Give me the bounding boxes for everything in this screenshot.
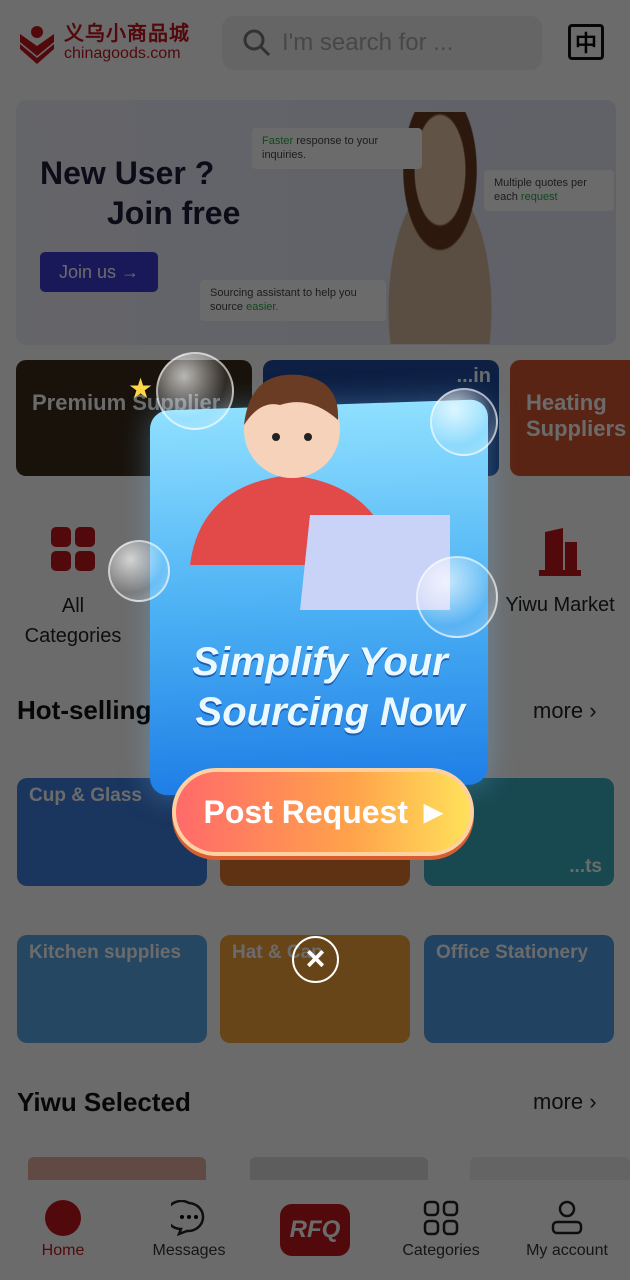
nav-categories[interactable]: Categories (381, 1200, 501, 1260)
logo-chinese-text: 义乌小商品城 (64, 23, 190, 45)
feature-highlight: easier. (246, 301, 279, 314)
chinagoods-logo[interactable]: 义乌小商品城 chinagoods.com (16, 20, 206, 66)
nav-home[interactable]: Home (3, 1200, 123, 1260)
close-popup-button[interactable]: × (292, 936, 339, 983)
vr-headset-bubble-icon (430, 388, 498, 456)
feature-chip-assistant: Sourcing assistant to help you source ea… (200, 280, 386, 321)
grid-icon (51, 527, 95, 571)
search-input[interactable]: I'm search for ... (222, 16, 542, 70)
star-icon: ★ (128, 373, 154, 404)
yiwu-selected-more-link[interactable]: more › (533, 1089, 597, 1115)
product-thumbnail[interactable] (250, 1157, 428, 1180)
nav-label: Categories (402, 1242, 480, 1259)
promo-card-heating-suppliers[interactable]: Heating Suppliers (510, 360, 630, 476)
nav-messages[interactable]: Messages (129, 1200, 249, 1260)
person-icon (551, 1200, 583, 1235)
more-label: more (533, 1089, 584, 1114)
building-icon (539, 528, 581, 576)
quick-yiwu-market[interactable]: Yiwu Market (500, 528, 620, 617)
search-icon (243, 29, 271, 57)
nav-rfq[interactable]: RFQ (255, 1204, 375, 1256)
post-request-button[interactable]: Post Request ▶ (172, 768, 474, 856)
nav-label: My account (526, 1242, 608, 1259)
bottom-navigation: Home Messages RFQ Categories My account (0, 1180, 630, 1280)
product-thumbnail[interactable] (470, 1157, 630, 1180)
logo-english-text: chinagoods.com (64, 45, 181, 62)
chat-bubble-icon (171, 1200, 205, 1236)
chevron-right-icon: › (589, 1089, 597, 1114)
banner-title-line1: New User ? (40, 155, 215, 191)
logo-mark-icon (16, 22, 58, 64)
category-tile[interactable]: Kitchen supplies (17, 935, 207, 1043)
yiwu-selected-title: Yiwu Selected (17, 1087, 191, 1117)
play-arrow-icon: ▶ (424, 798, 443, 826)
feature-highlight: request (520, 191, 558, 204)
feature-highlight: Faster (262, 135, 294, 147)
post-request-label: Post Request (203, 793, 408, 830)
banner-title-line2: Join free (107, 195, 241, 231)
game-controller-bubble-icon (416, 556, 498, 638)
join-us-button[interactable]: Join us → (40, 252, 158, 292)
coffee-cup-bubble-icon (156, 352, 234, 430)
popup-title-line2: Sourcing Now (195, 690, 465, 734)
popup-title-line1: Simplify Your (192, 640, 448, 684)
nav-label: Home (41, 1242, 85, 1259)
nav-my-account[interactable]: My account (507, 1200, 627, 1260)
chevron-right-icon: › (589, 698, 597, 723)
hot-selling-title: Hot-selling (17, 695, 152, 725)
more-label: more (533, 698, 584, 723)
rfq-icon: RFQ (280, 1204, 350, 1256)
feature-chip-quotes: Multiple quotes per each request (484, 170, 614, 211)
quick-label: All Categories (24, 595, 122, 647)
category-tile[interactable]: Office Stationery (424, 935, 614, 1043)
category-tile-label: ...ts (569, 856, 602, 878)
hot-selling-more-link[interactable]: more › (533, 698, 597, 724)
feature-text: Sourcing assistant to help you source (210, 287, 357, 314)
compact-mirror-bubble-icon (108, 540, 170, 602)
nav-label: Messages (152, 1242, 226, 1259)
product-thumbnail[interactable] (28, 1157, 206, 1180)
close-icon: × (305, 940, 326, 978)
feature-chip-faster: Faster response to your inquiries. (252, 128, 422, 169)
quick-label: Yiwu Market (505, 594, 615, 616)
home-logo-icon (45, 1200, 81, 1236)
search-placeholder: I'm search for ... (282, 29, 454, 56)
four-squares-icon (423, 1200, 459, 1236)
language-switch-button[interactable]: 中 (568, 24, 604, 60)
